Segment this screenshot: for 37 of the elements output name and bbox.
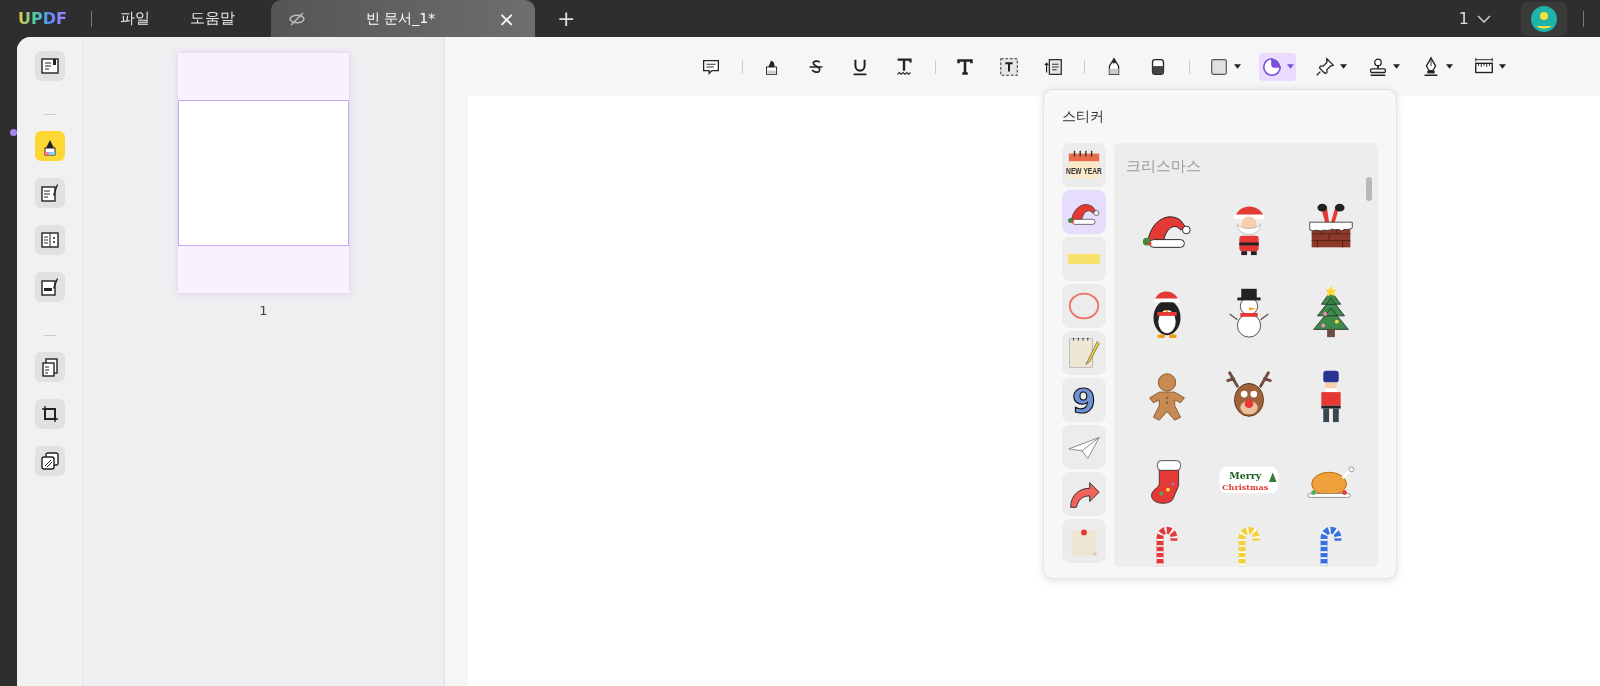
sidebar-tool-button[interactable] xyxy=(34,51,65,81)
chevron-down-icon xyxy=(1477,14,1491,23)
tape-icon xyxy=(1068,254,1100,264)
sidebar-tool-button[interactable] xyxy=(34,178,65,208)
active-indicator xyxy=(10,129,17,136)
caret-down-icon xyxy=(1233,64,1241,69)
page-dropdown[interactable]: 1 xyxy=(1452,5,1497,32)
account-button[interactable] xyxy=(1521,1,1567,36)
caret-down-icon xyxy=(1339,64,1347,69)
close-tab-button[interactable]: × xyxy=(494,8,519,29)
caret-down-icon xyxy=(1392,64,1400,69)
caret-down-icon xyxy=(1286,64,1294,69)
page-number: 1 xyxy=(259,302,268,320)
sticker-category-button[interactable] xyxy=(1062,190,1106,234)
sidebar-tool-button[interactable] xyxy=(34,272,65,302)
caret-down-icon xyxy=(1445,64,1453,69)
section-title: 크리스마스 xyxy=(1126,156,1202,177)
sidebar-tool-button[interactable] xyxy=(34,225,65,255)
scrollbar[interactable] xyxy=(1366,177,1372,201)
sidebar-tool-button[interactable] xyxy=(34,131,65,161)
popup-title: 스티커 xyxy=(1062,107,1105,126)
menu-item[interactable]: 도움말 xyxy=(177,7,247,30)
sticker-icon xyxy=(1260,55,1283,78)
sticker-category-button[interactable] xyxy=(1062,472,1106,516)
avatar-icon xyxy=(1531,5,1557,32)
sidebar-tool-button[interactable] xyxy=(34,446,65,476)
text-box-icon xyxy=(997,55,1020,78)
page-thumbnail[interactable] xyxy=(178,53,349,293)
caret-down-icon xyxy=(1498,64,1506,69)
new-tab-button[interactable]: + xyxy=(550,6,582,31)
menu-item[interactable]: 파일 xyxy=(107,7,162,30)
document-tab[interactable]: 빈 문서_1* × xyxy=(270,0,535,37)
sidebar-tool-button[interactable] xyxy=(34,352,65,382)
tab-title: 빈 문서_1* xyxy=(364,9,437,28)
candy-cane-sticker[interactable] xyxy=(1155,525,1179,566)
sidebar-tool-button[interactable] xyxy=(34,399,65,429)
candy-cane-sticker[interactable] xyxy=(1319,525,1343,566)
